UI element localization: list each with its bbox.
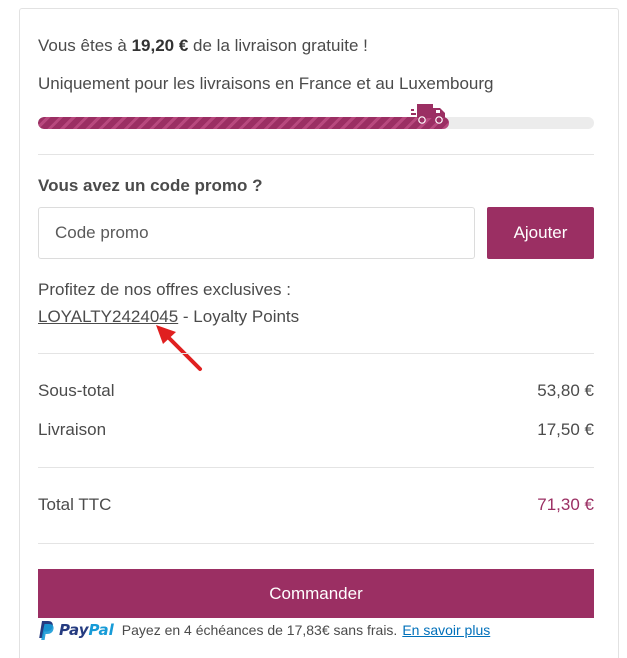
paypal-installments: PayPal Payez en 4 échéances de 17,83€ sa…	[38, 620, 490, 640]
total-label: Total TTC	[38, 495, 112, 514]
checkout-button[interactable]: Commander	[38, 569, 594, 618]
free-shipping-message: Vous êtes à 19,20 € de la livraison grat…	[38, 36, 368, 56]
subtotal-value: 53,80 €	[537, 381, 594, 400]
subtotal-label: Sous-total	[38, 381, 115, 400]
free-shipping-progress-bar	[38, 117, 594, 129]
divider	[38, 353, 594, 354]
free-shipping-progress-fill	[38, 117, 449, 129]
shipping-restriction: Uniquement pour les livraisons en France…	[38, 74, 494, 93]
shipping-label: Livraison	[38, 420, 107, 439]
paypal-learn-more-link[interactable]: En savoir plus	[402, 622, 490, 638]
promo-title: Vous avez un code promo ?	[38, 176, 263, 195]
divider	[38, 154, 594, 155]
add-promo-button[interactable]: Ajouter	[487, 207, 594, 259]
cart-summary-card	[19, 8, 619, 658]
paypal-logo: PayPal	[38, 620, 114, 640]
delivery-truck-icon	[411, 104, 445, 124]
free-shipping-amount: 19,20 €	[131, 36, 189, 55]
promo-code-input[interactable]	[38, 207, 475, 259]
exclusive-offers-intro: Profitez de nos offres exclusives :	[38, 280, 291, 299]
divider	[38, 543, 594, 544]
red-arrow-annotation	[156, 325, 202, 371]
free-shipping-suffix: de la livraison gratuite !	[188, 36, 368, 55]
paypal-word-pay: Pay	[59, 621, 89, 639]
paypal-installment-text: Payez en 4 échéances de 17,83€ sans frai…	[121, 622, 398, 638]
shipping-value: 17,50 €	[537, 420, 594, 439]
free-shipping-prefix: Vous êtes à	[38, 36, 132, 55]
paypal-word-pal: Pal	[88, 621, 114, 639]
total-value: 71,30 €	[537, 495, 594, 514]
paypal-logo-icon	[39, 620, 54, 640]
divider	[38, 467, 594, 468]
